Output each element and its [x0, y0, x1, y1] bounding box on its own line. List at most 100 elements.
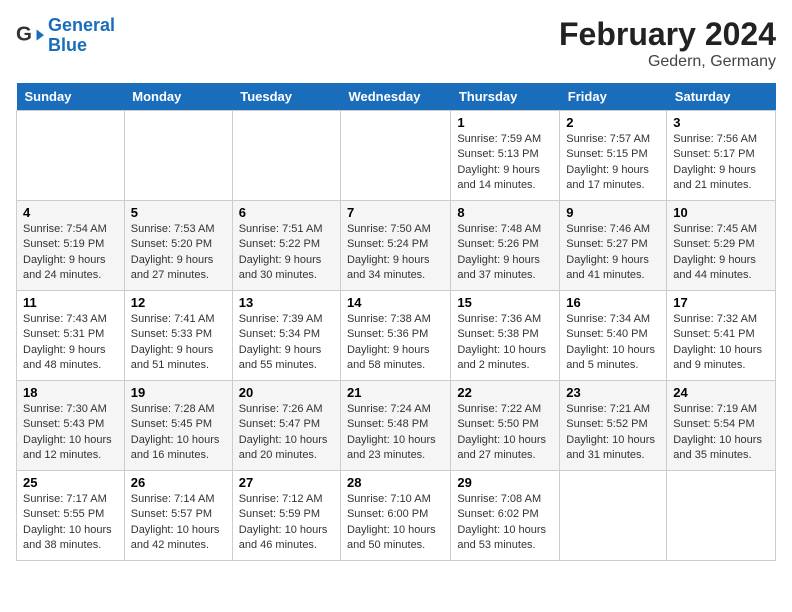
calendar-cell: 18Sunrise: 7:30 AM Sunset: 5:43 PM Dayli…	[17, 381, 125, 471]
day-number: 20	[239, 385, 334, 400]
calendar-cell: 4 Sunrise: 7:54 AM Sunset: 5:19 PM Daylig…	[17, 201, 125, 291]
day-info: Sunrise: 7:57 AM Sunset: 5:15 PM Dayligh…	[566, 132, 660, 194]
calendar-cell: 8 Sunrise: 7:48 AM Sunset: 5:26 PM Daylig…	[451, 201, 560, 291]
calendar-cell: 15 Sunrise: 7:36 AM Sunset: 5:38 PM Dayli…	[451, 291, 560, 381]
logo: G General Blue	[16, 16, 115, 56]
day-info: Sunrise: 7:41 AM Sunset: 5:33 PM Dayligh…	[131, 312, 226, 374]
day-info: Sunrise: 7:51 AM Sunset: 5:22 PM Dayligh…	[239, 222, 334, 284]
calendar-cell: 20 Sunrise: 7:26 AM Sunset: 5:47 PM Dayli…	[232, 381, 340, 471]
day-number: 16	[566, 295, 660, 310]
day-info: Sunrise: 7:19 AM Sunset: 5:54 PM Dayligh…	[673, 402, 769, 464]
day-number: 3	[673, 115, 769, 130]
logo-line1: General	[48, 15, 115, 35]
day-info: Sunrise: 7:30 AM Sunset: 5:43 PM Dayligh…	[23, 402, 118, 464]
calendar-cell	[667, 471, 776, 561]
day-info: Sunrise: 7:17 AM Sunset: 5:55 PM Dayligh…	[23, 492, 118, 554]
day-info: Sunrise: 7:45 AM Sunset: 5:29 PM Dayligh…	[673, 222, 769, 284]
day-number: 25	[23, 475, 118, 490]
day-info: Sunrise: 7:21 AM Sunset: 5:52 PM Dayligh…	[566, 402, 660, 464]
calendar-cell	[560, 471, 667, 561]
day-info: Sunrise: 7:43 AM Sunset: 5:31 PM Dayligh…	[23, 312, 118, 374]
column-header-wednesday: Wednesday	[340, 83, 450, 111]
column-header-sunday: Sunday	[17, 83, 125, 111]
day-number: 23	[566, 385, 660, 400]
day-number: 7	[347, 205, 444, 220]
day-info: Sunrise: 7:10 AM Sunset: 6:00 PM Dayligh…	[347, 492, 444, 554]
calendar-cell: 17 Sunrise: 7:32 AM Sunset: 5:41 PM Dayli…	[667, 291, 776, 381]
day-number: 9	[566, 205, 660, 220]
day-number: 8	[457, 205, 553, 220]
day-info: Sunrise: 7:50 AM Sunset: 5:24 PM Dayligh…	[347, 222, 444, 284]
day-info: Sunrise: 7:36 AM Sunset: 5:38 PM Dayligh…	[457, 312, 553, 374]
calendar-cell: 5 Sunrise: 7:53 AM Sunset: 5:20 PM Daylig…	[124, 201, 232, 291]
column-header-friday: Friday	[560, 83, 667, 111]
logo-line2: Blue	[48, 35, 87, 55]
calendar-cell: 29 Sunrise: 7:08 AM Sunset: 6:02 PM Dayli…	[451, 471, 560, 561]
day-info: Sunrise: 7:24 AM Sunset: 5:48 PM Dayligh…	[347, 402, 444, 464]
day-number: 2	[566, 115, 660, 130]
calendar-cell: 24Sunrise: 7:19 AM Sunset: 5:54 PM Dayli…	[667, 381, 776, 471]
day-number: 29	[457, 475, 553, 490]
calendar-cell: 12Sunrise: 7:41 AM Sunset: 5:33 PM Dayli…	[124, 291, 232, 381]
day-number: 19	[131, 385, 226, 400]
calendar-cell: 1 Sunrise: 7:59 AM Sunset: 5:13 PM Daylig…	[451, 111, 560, 201]
calendar-cell: 3 Sunrise: 7:56 AM Sunset: 5:17 PM Daylig…	[667, 111, 776, 201]
day-number: 1	[457, 115, 553, 130]
calendar-cell	[340, 111, 450, 201]
calendar-cell: 13 Sunrise: 7:39 AM Sunset: 5:34 PM Dayli…	[232, 291, 340, 381]
day-info: Sunrise: 7:54 AM Sunset: 5:19 PM Dayligh…	[23, 222, 118, 284]
page-header: G General Blue February 2024 Gedern, Ger…	[16, 16, 776, 71]
day-number: 15	[457, 295, 553, 310]
day-info: Sunrise: 7:53 AM Sunset: 5:20 PM Dayligh…	[131, 222, 226, 284]
page-title: February 2024	[559, 16, 776, 53]
calendar-cell: 7 Sunrise: 7:50 AM Sunset: 5:24 PM Daylig…	[340, 201, 450, 291]
day-number: 21	[347, 385, 444, 400]
calendar-table: SundayMondayTuesdayWednesdayThursdayFrid…	[16, 83, 776, 561]
calendar-cell: 11 Sunrise: 7:43 AM Sunset: 5:31 PM Dayli…	[17, 291, 125, 381]
day-info: Sunrise: 7:08 AM Sunset: 6:02 PM Dayligh…	[457, 492, 553, 554]
calendar-cell	[124, 111, 232, 201]
logo-icon: G	[16, 22, 44, 50]
day-info: Sunrise: 7:32 AM Sunset: 5:41 PM Dayligh…	[673, 312, 769, 374]
day-number: 22	[457, 385, 553, 400]
calendar-cell: 25 Sunrise: 7:17 AM Sunset: 5:55 PM Dayli…	[17, 471, 125, 561]
day-number: 13	[239, 295, 334, 310]
day-number: 5	[131, 205, 226, 220]
day-number: 11	[23, 295, 118, 310]
day-number: 28	[347, 475, 444, 490]
column-header-monday: Monday	[124, 83, 232, 111]
page-subtitle: Gedern, Germany	[559, 53, 776, 71]
day-number: 4	[23, 205, 118, 220]
column-header-tuesday: Tuesday	[232, 83, 340, 111]
day-info: Sunrise: 7:28 AM Sunset: 5:45 PM Dayligh…	[131, 402, 226, 464]
day-info: Sunrise: 7:34 AM Sunset: 5:40 PM Dayligh…	[566, 312, 660, 374]
calendar-cell: 27 Sunrise: 7:12 AM Sunset: 5:59 PM Dayli…	[232, 471, 340, 561]
day-number: 6	[239, 205, 334, 220]
logo-text: General Blue	[48, 16, 115, 56]
column-header-thursday: Thursday	[451, 83, 560, 111]
day-number: 26	[131, 475, 226, 490]
calendar-cell: 2 Sunrise: 7:57 AM Sunset: 5:15 PM Daylig…	[560, 111, 667, 201]
calendar-cell	[232, 111, 340, 201]
calendar-cell: 21 Sunrise: 7:24 AM Sunset: 5:48 PM Dayli…	[340, 381, 450, 471]
day-info: Sunrise: 7:38 AM Sunset: 5:36 PM Dayligh…	[347, 312, 444, 374]
calendar-cell: 9 Sunrise: 7:46 AM Sunset: 5:27 PM Daylig…	[560, 201, 667, 291]
calendar-cell: 23 Sunrise: 7:21 AM Sunset: 5:52 PM Dayli…	[560, 381, 667, 471]
day-info: Sunrise: 7:39 AM Sunset: 5:34 PM Dayligh…	[239, 312, 334, 374]
calendar-cell: 28 Sunrise: 7:10 AM Sunset: 6:00 PM Dayli…	[340, 471, 450, 561]
day-number: 10	[673, 205, 769, 220]
calendar-cell: 14Sunrise: 7:38 AM Sunset: 5:36 PM Dayli…	[340, 291, 450, 381]
day-info: Sunrise: 7:59 AM Sunset: 5:13 PM Dayligh…	[457, 132, 553, 194]
day-info: Sunrise: 7:26 AM Sunset: 5:47 PM Dayligh…	[239, 402, 334, 464]
day-info: Sunrise: 7:56 AM Sunset: 5:17 PM Dayligh…	[673, 132, 769, 194]
day-info: Sunrise: 7:46 AM Sunset: 5:27 PM Dayligh…	[566, 222, 660, 284]
title-block: February 2024 Gedern, Germany	[559, 16, 776, 71]
day-number: 27	[239, 475, 334, 490]
calendar-cell: 16 Sunrise: 7:34 AM Sunset: 5:40 PM Dayli…	[560, 291, 667, 381]
day-number: 17	[673, 295, 769, 310]
day-info: Sunrise: 7:48 AM Sunset: 5:26 PM Dayligh…	[457, 222, 553, 284]
day-info: Sunrise: 7:14 AM Sunset: 5:57 PM Dayligh…	[131, 492, 226, 554]
calendar-cell	[17, 111, 125, 201]
day-info: Sunrise: 7:12 AM Sunset: 5:59 PM Dayligh…	[239, 492, 334, 554]
svg-text:G: G	[16, 22, 32, 45]
